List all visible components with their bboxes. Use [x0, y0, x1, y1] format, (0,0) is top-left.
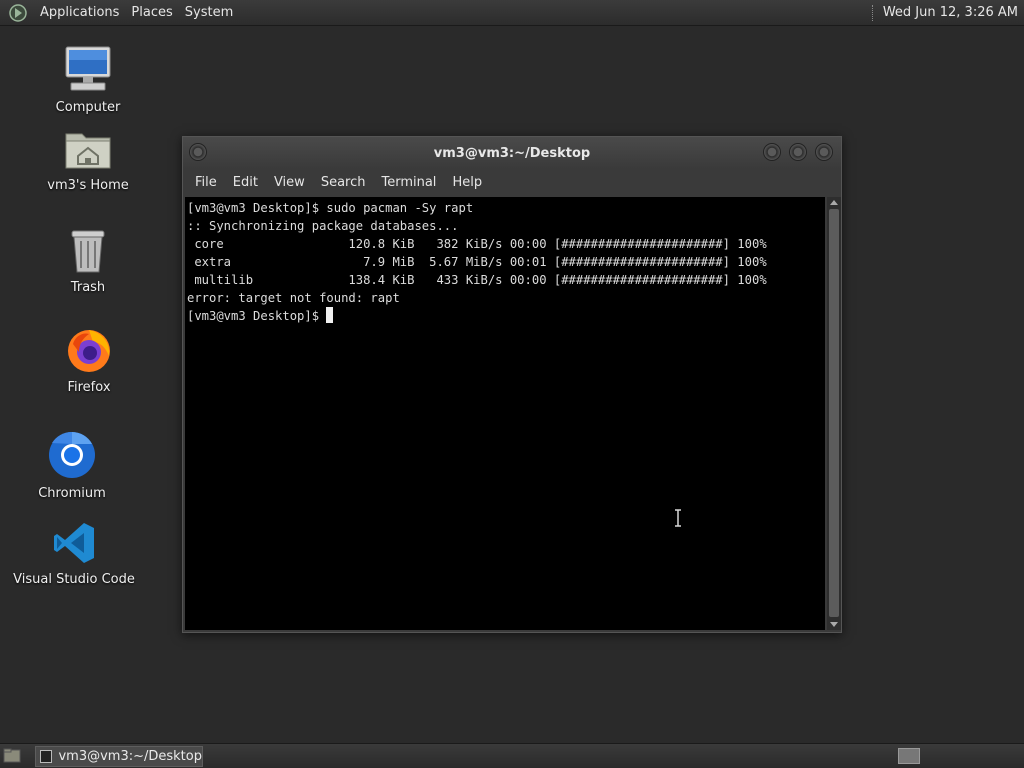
window-titlebar[interactable]: vm3@vm3:~/Desktop — [183, 137, 841, 169]
desktop-icon-label: Trash — [70, 280, 106, 295]
terminal-line: core 120.8 KiB 382 KiB/s 00:00 [########… — [187, 237, 767, 251]
ibeam-cursor-icon — [675, 509, 681, 527]
desktop-icon-home[interactable]: vm3's Home — [28, 128, 148, 193]
scroll-thumb[interactable] — [829, 209, 839, 617]
desktop-icon-chromium[interactable]: Chromium — [12, 430, 132, 501]
scroll-up-arrow-icon[interactable] — [830, 200, 838, 205]
desktop-icon-trash[interactable]: Trash — [28, 228, 148, 295]
menu-file[interactable]: File — [187, 175, 225, 190]
show-desktop-icon[interactable] — [3, 748, 21, 763]
desktop-icon-computer[interactable]: Computer — [28, 44, 148, 115]
tray-separator — [871, 4, 875, 21]
applications-logo-icon[interactable] — [8, 3, 28, 23]
desktop-icon-label: Firefox — [67, 380, 111, 395]
bottom-panel: vm3@vm3:~/Desktop — [0, 743, 1024, 768]
terminal-prompt: [vm3@vm3 Desktop]$ — [187, 309, 327, 323]
top-panel: Applications Places System Wed Jun 12, 3… — [0, 0, 1024, 26]
home-folder-icon — [65, 133, 111, 169]
terminal-line: extra 7.9 MiB 5.67 MiB/s 00:01 [########… — [187, 255, 767, 269]
terminal-output[interactable]: [vm3@vm3 Desktop]$ sudo pacman -Sy rapt … — [185, 197, 825, 630]
terminal-line: error: target not found: rapt — [187, 291, 400, 305]
computer-icon — [65, 46, 111, 91]
menu-system[interactable]: System — [179, 5, 239, 20]
firefox-icon — [68, 330, 110, 372]
window-menu-button[interactable] — [189, 143, 207, 161]
chromium-icon — [49, 431, 95, 478]
scroll-down-arrow-icon[interactable] — [830, 622, 838, 627]
maximize-button[interactable] — [789, 143, 807, 161]
terminal-scrollbar[interactable] — [827, 197, 841, 630]
terminal-line: [vm3@vm3 Desktop]$ sudo pacman -Sy rapt — [187, 201, 474, 215]
desktop-icon-label: vm3's Home — [47, 178, 129, 193]
desktop-icon-label: Visual Studio Code — [13, 572, 135, 587]
panel-tray: Wed Jun 12, 3:26 AM — [871, 0, 1024, 25]
terminal-prompt-line[interactable]: [vm3@vm3 Desktop]$ — [185, 307, 825, 325]
terminal-window[interactable]: vm3@vm3:~/Desktop File Edit View Search … — [182, 136, 842, 633]
terminal-line: multilib 138.4 KiB 433 KiB/s 00:00 [####… — [187, 273, 767, 287]
menu-terminal[interactable]: Terminal — [373, 175, 444, 190]
taskbar-button-terminal[interactable]: vm3@vm3:~/Desktop — [35, 746, 203, 767]
taskbar-button-label: vm3@vm3:~/Desktop — [58, 749, 202, 764]
menu-search[interactable]: Search — [313, 175, 374, 190]
menu-help[interactable]: Help — [444, 175, 490, 190]
terminal-menubar: File Edit View Search Terminal Help — [183, 169, 841, 195]
desktop-icon-vscode[interactable]: Visual Studio Code — [13, 520, 135, 587]
desktop-icon-label: Computer — [55, 100, 121, 115]
menu-applications[interactable]: Applications — [34, 5, 125, 20]
terminal-icon — [40, 750, 53, 763]
menu-edit[interactable]: Edit — [225, 175, 266, 190]
close-button[interactable] — [815, 143, 833, 161]
terminal-line: :: Synchronizing package databases... — [187, 219, 459, 233]
minimize-button[interactable] — [763, 143, 781, 161]
menu-view[interactable]: View — [266, 175, 313, 190]
vscode-icon — [54, 523, 94, 563]
menu-places[interactable]: Places — [125, 5, 178, 20]
text-cursor — [326, 307, 334, 323]
clock[interactable]: Wed Jun 12, 3:26 AM — [883, 5, 1024, 20]
desktop-icon-firefox[interactable]: Firefox — [29, 326, 149, 395]
workspace-switcher[interactable] — [898, 748, 920, 764]
desktop-icon-label: Chromium — [38, 486, 106, 501]
window-title: vm3@vm3:~/Desktop — [433, 145, 591, 161]
trash-icon — [71, 230, 105, 273]
